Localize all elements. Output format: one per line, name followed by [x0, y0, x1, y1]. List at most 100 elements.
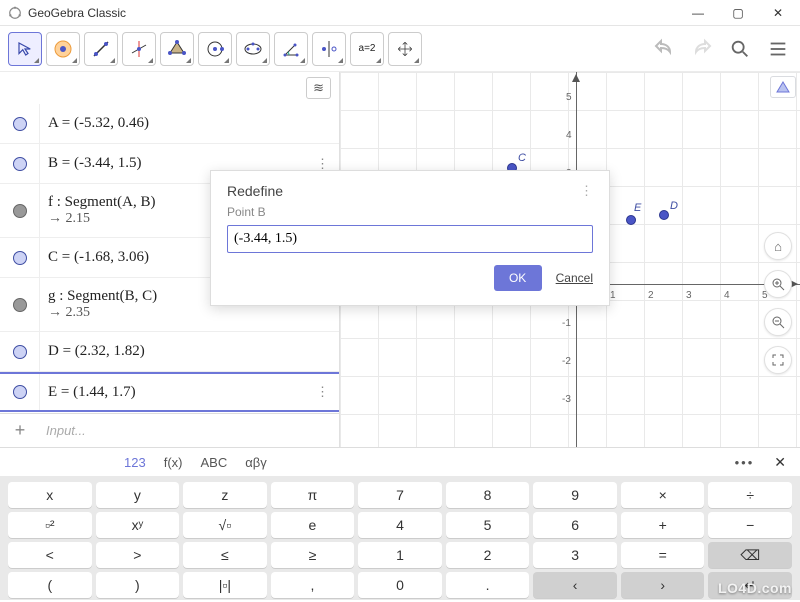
kb-tab-123[interactable]: 123: [124, 455, 146, 470]
key-right[interactable]: ›: [621, 572, 705, 598]
key[interactable]: xʸ: [96, 512, 180, 538]
tool-conic[interactable]: [236, 32, 270, 66]
kb-tab-greek[interactable]: αβγ: [245, 455, 267, 470]
algebra-row[interactable]: E = (1.44, 1.7) ⋮: [0, 372, 339, 412]
key[interactable]: 9: [533, 482, 617, 508]
key[interactable]: (: [8, 572, 92, 598]
row-menu-icon[interactable]: ⋮: [316, 384, 329, 400]
window-close-button[interactable]: ✕: [758, 1, 798, 25]
key[interactable]: 2: [446, 542, 530, 568]
onscreen-keyboard: x y z π 7 8 9 × ÷ ▫² xʸ √▫ e 4 5 6 + − <…: [0, 476, 800, 600]
key[interactable]: .: [446, 572, 530, 598]
tool-line[interactable]: [84, 32, 118, 66]
tick-label: 5: [566, 92, 572, 103]
dialog-menu-icon[interactable]: ⋮: [580, 183, 593, 199]
key[interactable]: =: [621, 542, 705, 568]
undo-button[interactable]: [650, 35, 678, 63]
key[interactable]: 5: [446, 512, 530, 538]
key[interactable]: ≥: [271, 542, 355, 568]
kb-tab-fx[interactable]: f(x): [164, 455, 183, 470]
key[interactable]: <: [8, 542, 92, 568]
visibility-toggle[interactable]: [0, 374, 40, 410]
key[interactable]: z: [183, 482, 267, 508]
zoom-out-button[interactable]: [764, 308, 792, 336]
window-maximize-button[interactable]: ▢: [718, 1, 758, 25]
fullscreen-button[interactable]: [764, 346, 792, 374]
visibility-toggle[interactable]: [0, 144, 40, 183]
zoom-in-button[interactable]: [764, 270, 792, 298]
visibility-toggle[interactable]: [0, 184, 40, 237]
tool-perpendicular[interactable]: [122, 32, 156, 66]
key[interactable]: ): [96, 572, 180, 598]
add-input-button[interactable]: +: [0, 420, 40, 441]
tool-point[interactable]: [46, 32, 80, 66]
key[interactable]: ,: [271, 572, 355, 598]
key[interactable]: ×: [621, 482, 705, 508]
hamburger-menu-button[interactable]: [764, 35, 792, 63]
key[interactable]: 8: [446, 482, 530, 508]
point-label: D: [670, 200, 678, 212]
cancel-button[interactable]: Cancel: [556, 271, 593, 285]
key[interactable]: 4: [358, 512, 442, 538]
visibility-toggle[interactable]: [0, 278, 40, 331]
graph-toggle-button[interactable]: ≋: [306, 77, 331, 99]
key[interactable]: ÷: [708, 482, 792, 508]
key[interactable]: x: [8, 482, 92, 508]
algebra-row[interactable]: D = (2.32, 1.82): [0, 332, 339, 372]
tool-circle[interactable]: [198, 32, 232, 66]
keyboard-more-button[interactable]: •••: [735, 455, 755, 470]
key[interactable]: 6: [533, 512, 617, 538]
app-title: GeoGebra Classic: [28, 6, 126, 20]
key[interactable]: 7: [358, 482, 442, 508]
key[interactable]: 3: [533, 542, 617, 568]
tool-move[interactable]: [8, 32, 42, 66]
algebra-row[interactable]: A = (-5.32, 0.46): [0, 104, 339, 144]
algebra-input[interactable]: Input...: [40, 423, 339, 438]
key-backspace[interactable]: ⌫: [708, 542, 792, 568]
key[interactable]: e: [271, 512, 355, 538]
search-button[interactable]: [726, 35, 754, 63]
keyboard-close-button[interactable]: ✕: [774, 454, 786, 471]
key[interactable]: y: [96, 482, 180, 508]
kb-tab-abc[interactable]: ABC: [200, 455, 227, 470]
algebra-val: → 2.35: [48, 305, 331, 321]
key[interactable]: ▫²: [8, 512, 92, 538]
key-left[interactable]: ‹: [533, 572, 617, 598]
algebra-expr: A = (-5.32, 0.46): [40, 115, 339, 132]
point-label: C: [518, 152, 526, 164]
tool-angle[interactable]: [274, 32, 308, 66]
tool-reflect[interactable]: [312, 32, 346, 66]
titlebar: GeoGebra Classic — ▢ ✕: [0, 0, 800, 26]
algebra-expr: D = (2.32, 1.82): [40, 343, 339, 360]
visibility-toggle[interactable]: [0, 238, 40, 277]
tick-label: 3: [686, 290, 692, 301]
redefine-input[interactable]: [227, 225, 593, 253]
algebra-expr: E = (1.44, 1.7): [40, 384, 339, 401]
key[interactable]: −: [708, 512, 792, 538]
dialog-title: Redefine: [227, 183, 283, 199]
graphics-settings-button[interactable]: [770, 76, 796, 98]
visibility-toggle[interactable]: [0, 104, 40, 143]
redo-button[interactable]: [688, 35, 716, 63]
key[interactable]: ≤: [183, 542, 267, 568]
key[interactable]: 0: [358, 572, 442, 598]
key[interactable]: >: [96, 542, 180, 568]
tool-pan[interactable]: [388, 32, 422, 66]
ok-button[interactable]: OK: [494, 265, 542, 291]
home-button[interactable]: ⌂: [764, 232, 792, 260]
axis-arrow-up-icon: [572, 74, 580, 82]
visibility-toggle[interactable]: [0, 332, 40, 371]
point-E[interactable]: [626, 215, 636, 225]
key[interactable]: +: [621, 512, 705, 538]
key[interactable]: |▫|: [183, 572, 267, 598]
key[interactable]: √▫: [183, 512, 267, 538]
key[interactable]: π: [271, 482, 355, 508]
key[interactable]: 1: [358, 542, 442, 568]
tick-label: 1: [610, 290, 616, 301]
window-minimize-button[interactable]: —: [678, 1, 718, 25]
keyboard-tabs: 123 f(x) ABC αβγ: [124, 455, 267, 470]
tool-polygon[interactable]: [160, 32, 194, 66]
tool-slider[interactable]: a=2: [350, 32, 384, 66]
tick-label: -1: [562, 318, 571, 329]
point-D[interactable]: [659, 210, 669, 220]
